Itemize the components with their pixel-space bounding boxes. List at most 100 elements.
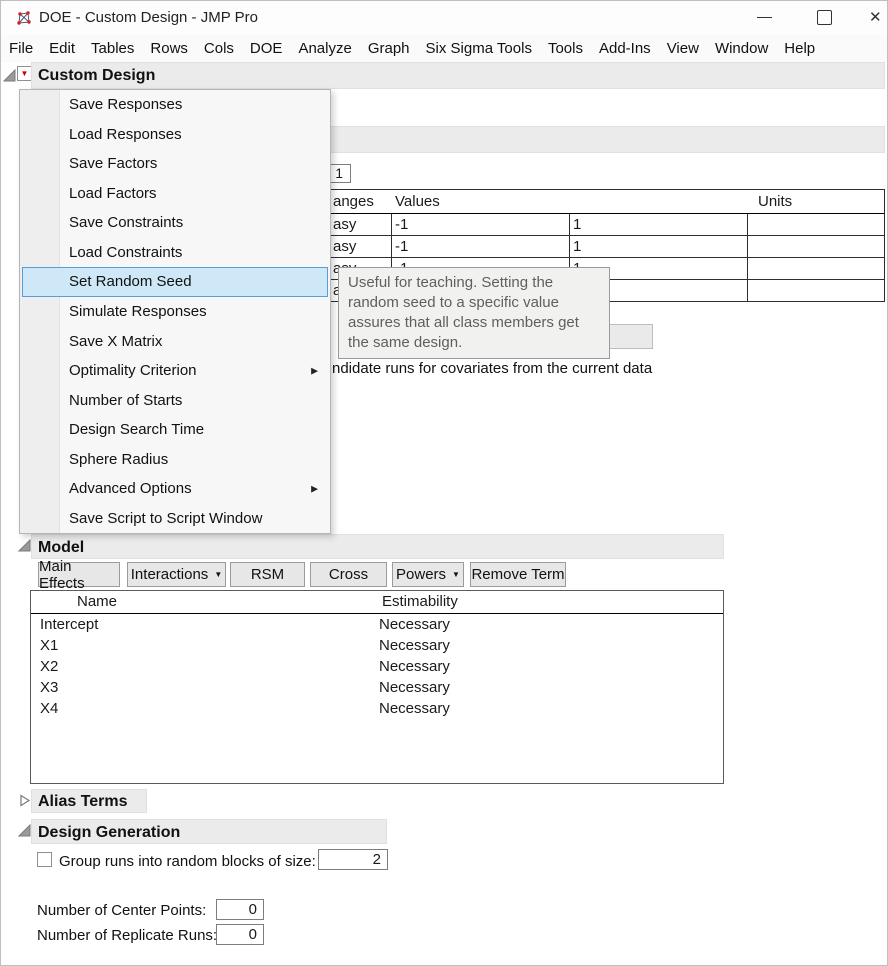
covariate-note: ndidate runs for covariates from the cur… xyxy=(332,360,652,377)
factors-table-header: anges Values Units xyxy=(259,189,885,214)
custom-design-collapse-icon[interactable] xyxy=(3,69,16,82)
model-title: Model xyxy=(32,535,723,560)
term-estimability[interactable]: Necessary xyxy=(379,637,450,654)
app-icon xyxy=(16,10,32,26)
dropdown-arrow-icon: ▼ xyxy=(214,570,222,579)
factor-changes[interactable]: asy xyxy=(333,238,356,255)
menu-item-advanced-options[interactable]: Advanced Options▶ xyxy=(22,474,328,504)
submenu-arrow-icon: ▶ xyxy=(311,483,318,494)
factor-value-low[interactable]: -1 xyxy=(395,216,408,233)
block-size-input[interactable]: 2 xyxy=(318,849,388,870)
term-estimability[interactable]: Necessary xyxy=(379,658,450,675)
red-triangle-icon: ▼ xyxy=(18,67,31,80)
menu-item-save-responses[interactable]: Save Responses xyxy=(22,90,328,120)
term-name: X2 xyxy=(40,658,58,675)
menu-six-sigma-tools[interactable]: Six Sigma Tools xyxy=(418,35,540,62)
minimize-button[interactable] xyxy=(741,1,787,35)
interactions-button[interactable]: Interactions▼ xyxy=(127,562,226,587)
menu-window[interactable]: Window xyxy=(707,35,776,62)
model-banner: Model xyxy=(31,534,724,559)
design-generation-banner: Design Generation xyxy=(31,819,387,844)
model-collapse-icon[interactable] xyxy=(18,539,31,552)
factor-value-high[interactable]: 1 xyxy=(573,238,581,255)
alias-terms-banner: Alias Terms xyxy=(31,789,147,813)
alias-terms-title: Alias Terms xyxy=(32,790,146,813)
factor-changes[interactable]: asy xyxy=(333,216,356,233)
menu-item-load-constraints[interactable]: Load Constraints xyxy=(22,238,328,268)
menu-edit[interactable]: Edit xyxy=(41,35,83,62)
term-name: X3 xyxy=(40,679,58,696)
model-term-row[interactable]: X2 Necessary xyxy=(31,656,723,677)
remove-term-button[interactable]: Remove Term xyxy=(470,562,566,587)
menu-item-design-search-time[interactable]: Design Search Time xyxy=(22,415,328,445)
menu-doe[interactable]: DOE xyxy=(242,35,291,62)
term-name: X4 xyxy=(40,700,58,717)
menu-add-ins[interactable]: Add-Ins xyxy=(591,35,659,62)
menu-item-simulate-responses[interactable]: Simulate Responses xyxy=(22,297,328,327)
minimize-icon xyxy=(757,17,772,18)
model-terms-table: Name Estimability Intercept Necessary X1… xyxy=(30,590,724,784)
factor-value-low[interactable]: -1 xyxy=(395,238,408,255)
menu-item-save-x-matrix[interactable]: Save X Matrix xyxy=(22,326,328,356)
menu-view[interactable]: View xyxy=(659,35,707,62)
menu-item-save-constraints[interactable]: Save Constraints xyxy=(22,208,328,238)
group-runs-checkbox[interactable] xyxy=(37,852,52,867)
menu-graph[interactable]: Graph xyxy=(360,35,418,62)
menu-item-set-random-seed[interactable]: Set Random Seed xyxy=(22,267,328,297)
red-triangle-menu-button[interactable]: ▼ xyxy=(17,66,32,81)
center-points-label: Number of Center Points: xyxy=(37,902,206,919)
center-points-input[interactable]: 0 xyxy=(216,899,264,920)
col-units: Units xyxy=(758,193,792,210)
maximize-button[interactable] xyxy=(800,1,846,35)
menu-item-sphere-radius[interactable]: Sphere Radius xyxy=(22,444,328,474)
menu-item-load-factors[interactable]: Load Factors xyxy=(22,179,328,209)
dropdown-arrow-icon: ▼ xyxy=(452,570,460,579)
menu-rows[interactable]: Rows xyxy=(142,35,196,62)
report-title: Custom Design xyxy=(32,63,884,88)
alias-terms-expand-icon[interactable] xyxy=(18,794,31,807)
powers-button[interactable]: Powers▼ xyxy=(392,562,464,587)
submenu-arrow-icon: ▶ xyxy=(311,365,318,376)
window-title: DOE - Custom Design - JMP Pro xyxy=(39,1,258,35)
close-icon: ✕ xyxy=(869,8,882,26)
menu-cols[interactable]: Cols xyxy=(196,35,242,62)
factor-row[interactable]: asy -1 1 xyxy=(259,236,885,258)
jmp-window: DOE - Custom Design - JMP Pro ✕ File Edi… xyxy=(0,0,888,966)
custom-design-banner: Custom Design xyxy=(31,62,885,89)
menu-analyze[interactable]: Analyze xyxy=(290,35,359,62)
main-effects-button[interactable]: Main Effects xyxy=(38,562,120,587)
maximize-icon xyxy=(817,10,832,25)
menu-item-number-of-starts[interactable]: Number of Starts xyxy=(22,385,328,415)
red-triangle-context-menu: Save Responses Load Responses Save Facto… xyxy=(19,89,331,534)
col-changes: anges xyxy=(333,193,374,210)
model-term-row[interactable]: X3 Necessary xyxy=(31,677,723,698)
rsm-button[interactable]: RSM xyxy=(230,562,305,587)
model-table-header: Name Estimability xyxy=(31,591,723,614)
menu-bar: File Edit Tables Rows Cols DOE Analyze G… xyxy=(1,35,887,62)
design-generation-collapse-icon[interactable] xyxy=(18,824,31,837)
model-term-row[interactable]: X1 Necessary xyxy=(31,635,723,656)
menu-item-save-factors[interactable]: Save Factors xyxy=(22,149,328,179)
menu-item-load-responses[interactable]: Load Responses xyxy=(22,120,328,150)
tooltip: Useful for teaching. Setting the random … xyxy=(338,267,610,359)
menu-tools[interactable]: Tools xyxy=(540,35,591,62)
term-estimability[interactable]: Necessary xyxy=(379,616,450,633)
menu-tables[interactable]: Tables xyxy=(83,35,142,62)
factor-value-high[interactable]: 1 xyxy=(573,216,581,233)
factor-row[interactable]: asy -1 1 xyxy=(259,214,885,236)
cross-button[interactable]: Cross xyxy=(310,562,387,587)
title-bar: DOE - Custom Design - JMP Pro ✕ xyxy=(1,1,887,35)
col-values: Values xyxy=(395,193,440,210)
menu-item-save-script-to-script-window[interactable]: Save Script to Script Window xyxy=(22,503,328,533)
menu-file[interactable]: File xyxy=(1,35,41,62)
menu-item-optimality-criterion[interactable]: Optimality Criterion▶ xyxy=(22,356,328,386)
model-term-row[interactable]: X4 Necessary xyxy=(31,698,723,719)
term-estimability[interactable]: Necessary xyxy=(379,700,450,717)
menu-help[interactable]: Help xyxy=(776,35,823,62)
col-estimability: Estimability xyxy=(382,593,458,610)
col-name: Name xyxy=(77,593,117,610)
term-estimability[interactable]: Necessary xyxy=(379,679,450,696)
close-button[interactable]: ✕ xyxy=(855,1,888,35)
replicate-runs-input[interactable]: 0 xyxy=(216,924,264,945)
model-term-row[interactable]: Intercept Necessary xyxy=(31,614,723,635)
